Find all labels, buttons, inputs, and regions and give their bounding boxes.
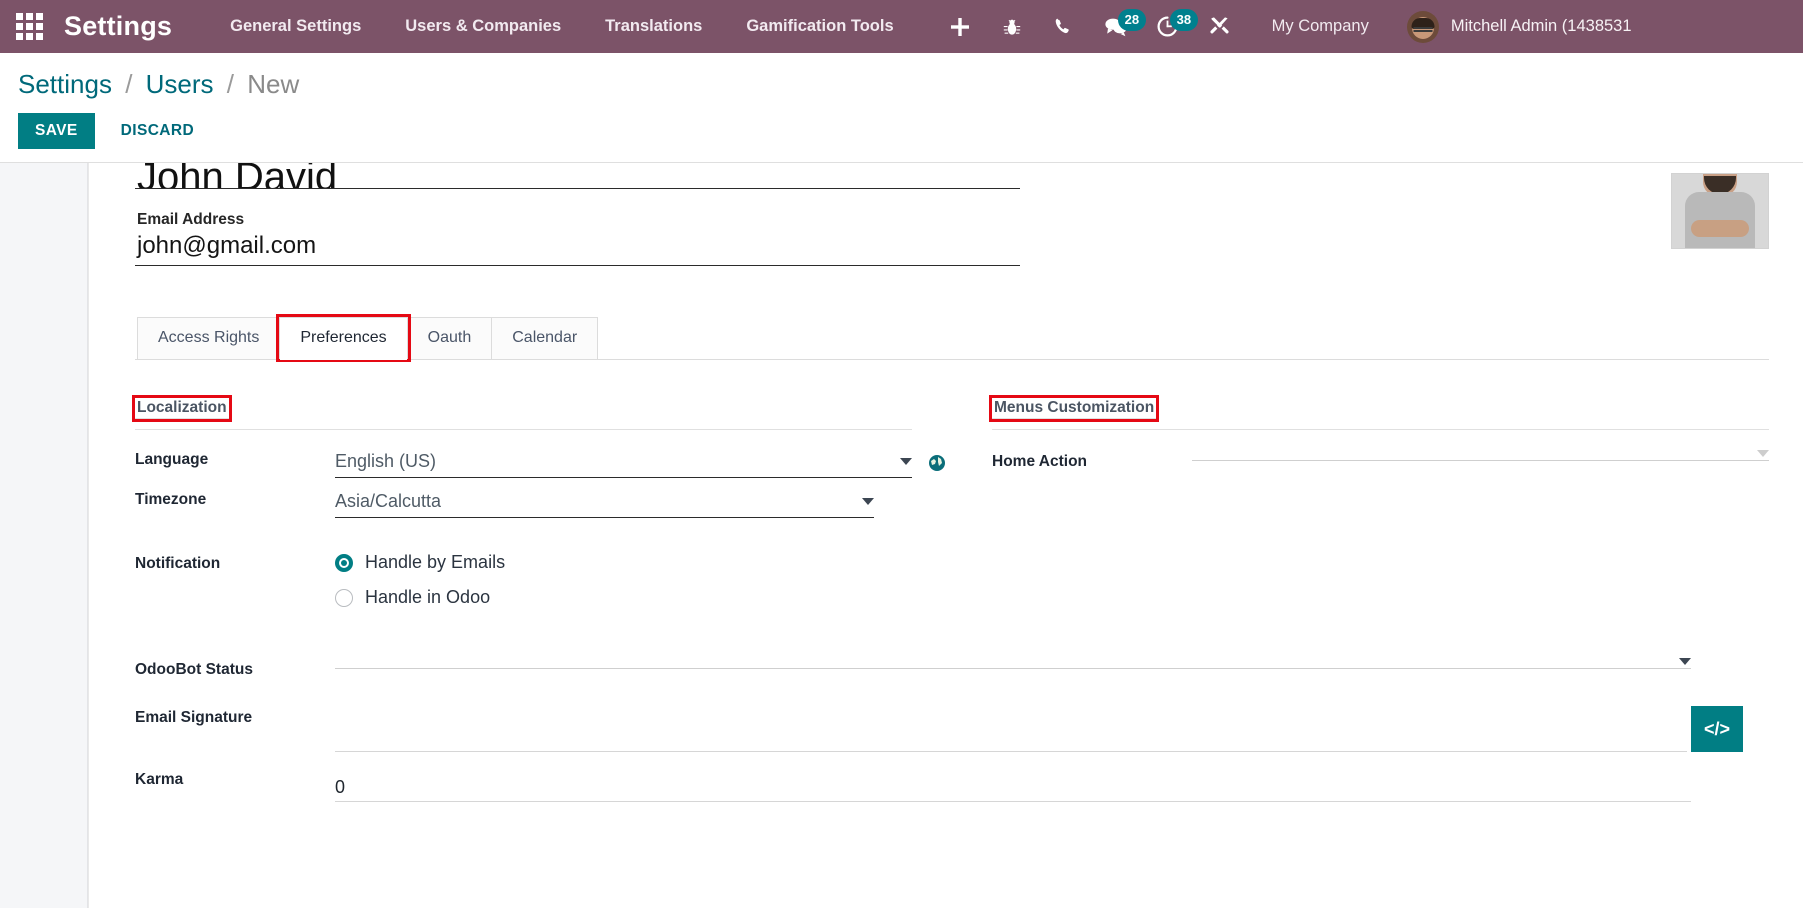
email-address-label: Email Address [137,211,245,228]
radio-handle-by-emails-label: Handle by Emails [365,552,506,572]
home-action-select[interactable] [1192,450,1769,461]
tools-icon[interactable] [1194,0,1246,53]
tab-calendar[interactable]: Calendar [491,317,599,359]
apps-grid-icon[interactable] [14,12,44,42]
bug-icon[interactable] [986,0,1038,53]
breadcrumb: Settings / Users / New [18,67,1803,101]
notification-options: Handle by Emails Handle in Odoo [335,546,912,622]
notification-label: Notification [135,555,221,572]
tab-preferences[interactable]: Preferences [276,314,411,362]
timezone-select[interactable]: Asia/Calcutta [335,488,874,518]
content-area: John David Email Address john@gmail.com … [0,163,1803,908]
email-signature-input[interactable] [335,706,1687,752]
user-photo-placeholder[interactable] [1671,173,1769,249]
form-action-buttons: SAVE DISCARD [18,113,1803,149]
menus-customization-group: Menus Customization Home Action [988,395,1769,622]
app-brand-title[interactable]: Settings [64,11,172,42]
company-switcher[interactable]: My Company [1272,17,1369,36]
notification-option-emails[interactable]: Handle by Emails [335,552,912,573]
odoobot-status-label: OdooBot Status [135,661,253,678]
save-button[interactable]: SAVE [18,113,95,149]
language-select[interactable]: English (US) [335,448,912,478]
notification-row: Notification Handle by Emails Handle in … [135,546,912,622]
karma-input-line[interactable]: 0 [335,768,1691,802]
karma-row: Karma 0 [135,762,1769,802]
breadcrumb-item-current: New [247,69,300,99]
email-signature-editor: </> [335,706,1743,752]
localization-group: Localization Language English (US) Timez… [132,395,945,622]
record-header: John David Email Address john@gmail.com [135,163,1769,266]
nav-item-users-companies[interactable]: Users & Companies [383,17,583,36]
timezone-label: Timezone [135,491,207,508]
discard-button[interactable]: DISCARD [105,113,210,149]
phone-icon[interactable] [1038,0,1090,53]
left-rail [0,163,88,908]
breadcrumb-separator-2: / [226,69,235,99]
timezone-value: Asia/Calcutta [335,491,442,511]
home-action-field-wrap [1192,444,1769,461]
code-view-button[interactable]: </> [1691,706,1743,752]
email-signature-field-wrap: </> [335,700,1769,752]
language-label: Language [135,451,209,468]
messages-icon[interactable]: 28 [1090,0,1147,53]
preferences-wide-fields: OdooBot Status Email Signature </> Karma… [135,652,1769,802]
breadcrumb-item-settings[interactable]: Settings [18,69,112,99]
record-header-fields: John David Email Address john@gmail.com [135,163,1035,266]
odoobot-status-row: OdooBot Status [135,652,1769,692]
chevron-down-icon[interactable] [1679,658,1691,665]
user-menu[interactable]: Mitchell Admin (1438531 [1406,10,1632,43]
karma-value: 0 [335,777,346,797]
chevron-down-icon[interactable] [1757,450,1769,457]
tab-oauth[interactable]: Oauth [406,317,493,359]
chevron-down-icon[interactable] [900,457,912,465]
form-sheet: John David Email Address john@gmail.com … [89,163,1803,802]
nav-item-gamification-tools[interactable]: Gamification Tools [724,17,915,36]
navbar-menu: General Settings Users & Companies Trans… [208,17,916,36]
home-action-row: Home Action [992,444,1769,484]
odoobot-status-select[interactable] [335,658,1691,669]
email-signature-row: Email Signature </> [135,700,1769,752]
nav-item-translations[interactable]: Translations [583,17,724,36]
chevron-down-icon[interactable] [862,497,874,505]
breadcrumb-separator: / [125,69,133,99]
tab-access-rights[interactable]: Access Rights [137,317,281,359]
navbar-systray: 28 38 [934,0,1246,53]
preferences-tab-page: Localization Language English (US) Timez… [132,360,1769,622]
top-navbar: Settings General Settings Users & Compan… [0,0,1803,53]
nav-item-general-settings[interactable]: General Settings [208,17,383,36]
notebook-tab-strip: Access Rights Preferences Oauth Calendar [135,314,1769,362]
globe-icon[interactable] [928,454,946,477]
user-menu-label: Mitchell Admin (1438531 [1450,17,1632,35]
menus-customization-title-wrap: Menus Customization [988,395,1160,429]
user-name-input[interactable]: John David [135,163,1020,189]
language-row: Language English (US) [135,442,945,482]
activities-clock-icon[interactable]: 38 [1142,0,1199,53]
localization-title-wrap: Localization [132,395,232,429]
timezone-field-wrap: Asia/Calcutta [335,482,912,518]
language-field-wrap: English (US) [335,442,945,478]
localization-group-title: Localization [132,395,232,422]
radio-handle-by-emails[interactable] [335,553,353,572]
plus-icon[interactable] [934,0,986,53]
avatar [1406,10,1439,43]
email-signature-label: Email Signature [135,709,253,726]
language-value: English (US) [335,451,437,471]
notification-option-odoo[interactable]: Handle in Odoo [335,587,912,608]
control-panel: Settings / Users / New SAVE DISCARD [0,53,1803,163]
radio-handle-in-odoo-label: Handle in Odoo [365,587,491,607]
breadcrumb-item-users[interactable]: Users [146,69,214,99]
karma-label: Karma [135,771,184,788]
timezone-row: Timezone Asia/Calcutta [135,482,912,522]
karma-field-wrap: 0 [335,762,1769,802]
home-action-label: Home Action [992,453,1088,470]
radio-handle-in-odoo[interactable] [335,588,353,607]
odoobot-status-field-wrap [335,652,1769,669]
notebook: Access Rights Preferences Oauth Calendar… [132,314,1769,802]
menus-customization-group-title: Menus Customization [988,395,1160,422]
form-sheet-area: John David Email Address john@gmail.com … [88,163,1803,908]
email-field[interactable]: john@gmail.com [135,231,1020,266]
